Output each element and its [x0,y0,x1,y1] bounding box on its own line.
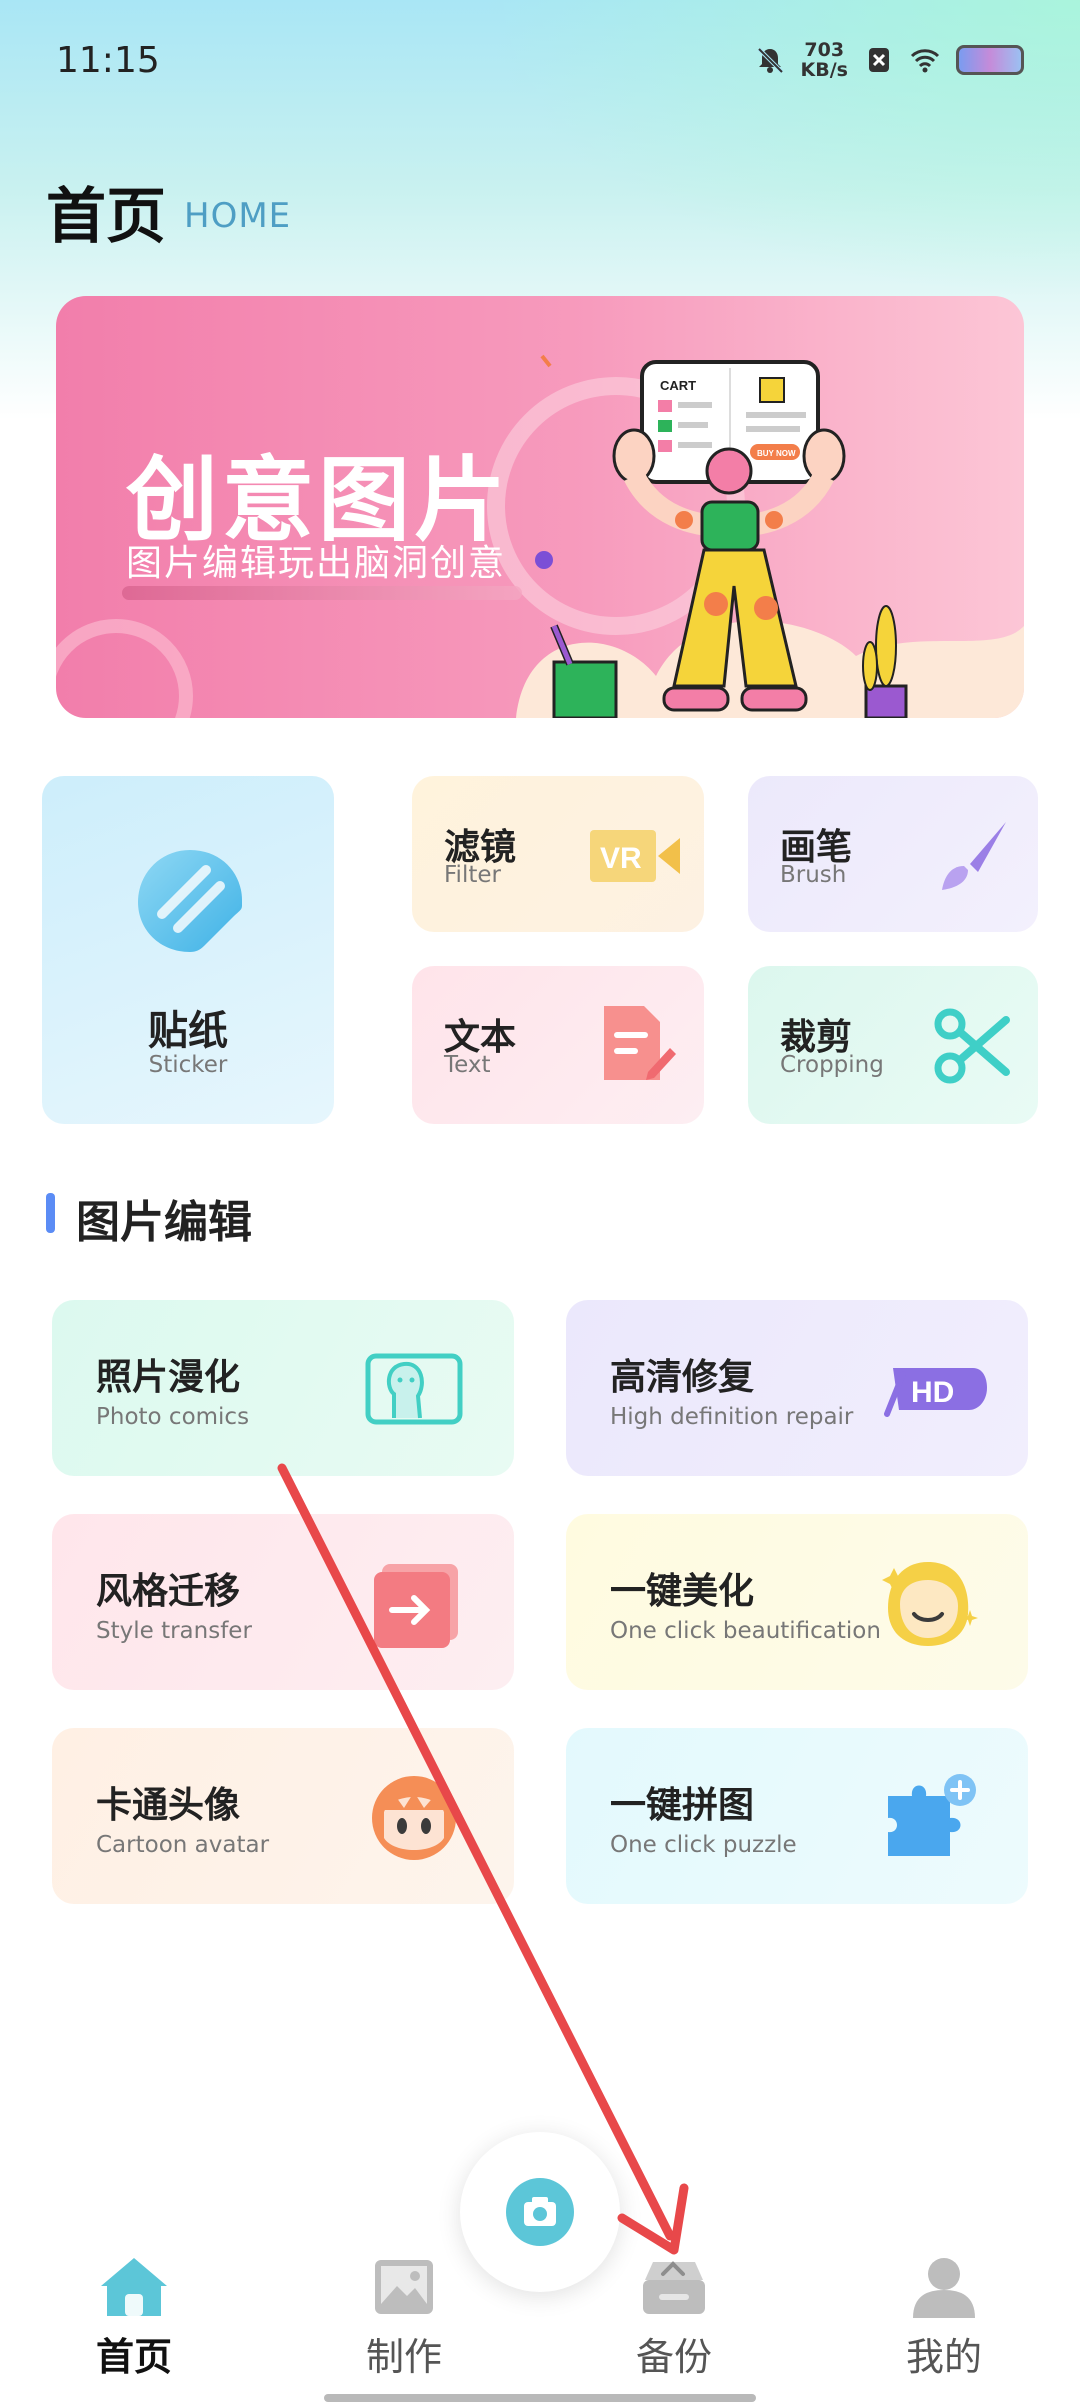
tool-sticker-sub: Sticker [148,1052,228,1078]
tool-text[interactable]: 文本 Text [412,966,704,1124]
card-one-click-puzzle[interactable]: 一键拼图 One click puzzle [566,1728,1028,1904]
nav-label: 制作 [365,2335,442,2379]
card-title: 风格迁移 [96,1571,241,1612]
page-title: 首页 [46,182,166,252]
nav-item-home[interactable]: 首页 [54,2256,214,2381]
status-bar: 11:15 703 KB/s [0,0,1080,120]
tool-brush-sub: Brush [780,862,847,888]
tool-sticker-title: 贴纸 [148,1008,228,1054]
no-sim-icon [869,48,889,72]
video-camera-icon: VR [590,830,680,882]
tool-filter-sub: Filter [444,862,501,888]
nav-item-backup[interactable]: 备份 [594,2256,754,2381]
tool-crop[interactable]: 裁剪 Cropping [748,966,1038,1124]
card-one-click-beautify[interactable]: 一键美化 One click beautification [566,1514,1028,1690]
card-photo-comics[interactable]: 照片漫化 Photo comics [52,1300,514,1476]
sticker-icon [138,850,242,952]
tool-crop-sub: Cropping [780,1052,884,1078]
card-style-transfer[interactable]: 风格迁移 Style transfer [52,1514,514,1690]
promo-banner[interactable]: 创意图片 图片编辑玩出脑洞创意 CART BUY NOW [56,296,1024,718]
nav-item-mine[interactable]: 我的 [864,2256,1024,2381]
status-time: 11:15 [56,40,160,81]
document-edit-icon [604,1006,676,1080]
backup-icon [643,2261,705,2314]
svg-text:HD: HD [911,1376,954,1409]
card-title: 照片漫化 [96,1357,241,1398]
card-subtitle: One click puzzle [610,1832,797,1858]
status-icons: 703 KB/s [755,40,1024,80]
card-hd-repair[interactable]: 高清修复 High definition repair HD [566,1300,1028,1476]
card-subtitle: Cartoon avatar [96,1832,270,1858]
portrait-frame-icon [365,1353,463,1425]
wifi-icon [910,49,940,73]
paintbrush-icon [942,822,1006,890]
tool-filter[interactable]: 滤镜 Filter VR [412,776,704,932]
svg-text:VR: VR [600,842,642,875]
svg-text:CART: CART [660,378,696,393]
card-title: 卡通头像 [96,1785,241,1826]
home-indicator [324,2394,756,2402]
card-subtitle: High definition repair [610,1404,854,1430]
card-subtitle: Style transfer [96,1618,252,1644]
nav-label: 我的 [905,2335,982,2379]
page-subtitle: HOME [184,196,292,236]
scissors-icon [934,1008,1010,1084]
transfer-arrow-icon [374,1564,458,1648]
nav-label: 首页 [95,2335,172,2379]
puzzle-piece-icon [888,1774,976,1856]
card-title: 高清修复 [610,1357,755,1398]
section-title: 图片编辑 [76,1197,252,1248]
person-icon [913,2258,975,2318]
card-cartoon-avatar[interactable]: 卡通头像 Cartoon avatar [52,1728,514,1904]
tool-brush[interactable]: 画笔 Brush [748,776,1038,932]
banner-underline [122,586,522,600]
svg-text:BUY NOW: BUY NOW [757,449,796,458]
cartoon-face-icon [372,1776,456,1860]
tool-text-sub: Text [444,1052,491,1078]
card-title: 一键拼图 [610,1785,755,1826]
banner-illustration: CART BUY NOW [535,354,908,718]
section-marker [46,1193,55,1233]
nav-label: 备份 [635,2335,712,2379]
nav-item-create[interactable]: 制作 [324,2256,484,2381]
hd-badge-icon: HD [884,1368,987,1417]
camera-icon [506,2178,574,2246]
mute-bell-icon [757,47,783,74]
home-icon [101,2258,167,2316]
tool-sticker[interactable]: 贴纸 Sticker [42,776,334,1124]
image-icon [375,2260,433,2314]
card-subtitle: Photo comics [96,1404,250,1430]
smiling-face-icon [882,1562,978,1646]
battery-icon [956,45,1024,75]
net-speed: 703 KB/s [800,39,848,81]
banner-subtitle: 图片编辑玩出脑洞创意 [126,543,507,584]
card-subtitle: One click beautification [610,1618,881,1644]
card-title: 一键美化 [610,1571,755,1612]
